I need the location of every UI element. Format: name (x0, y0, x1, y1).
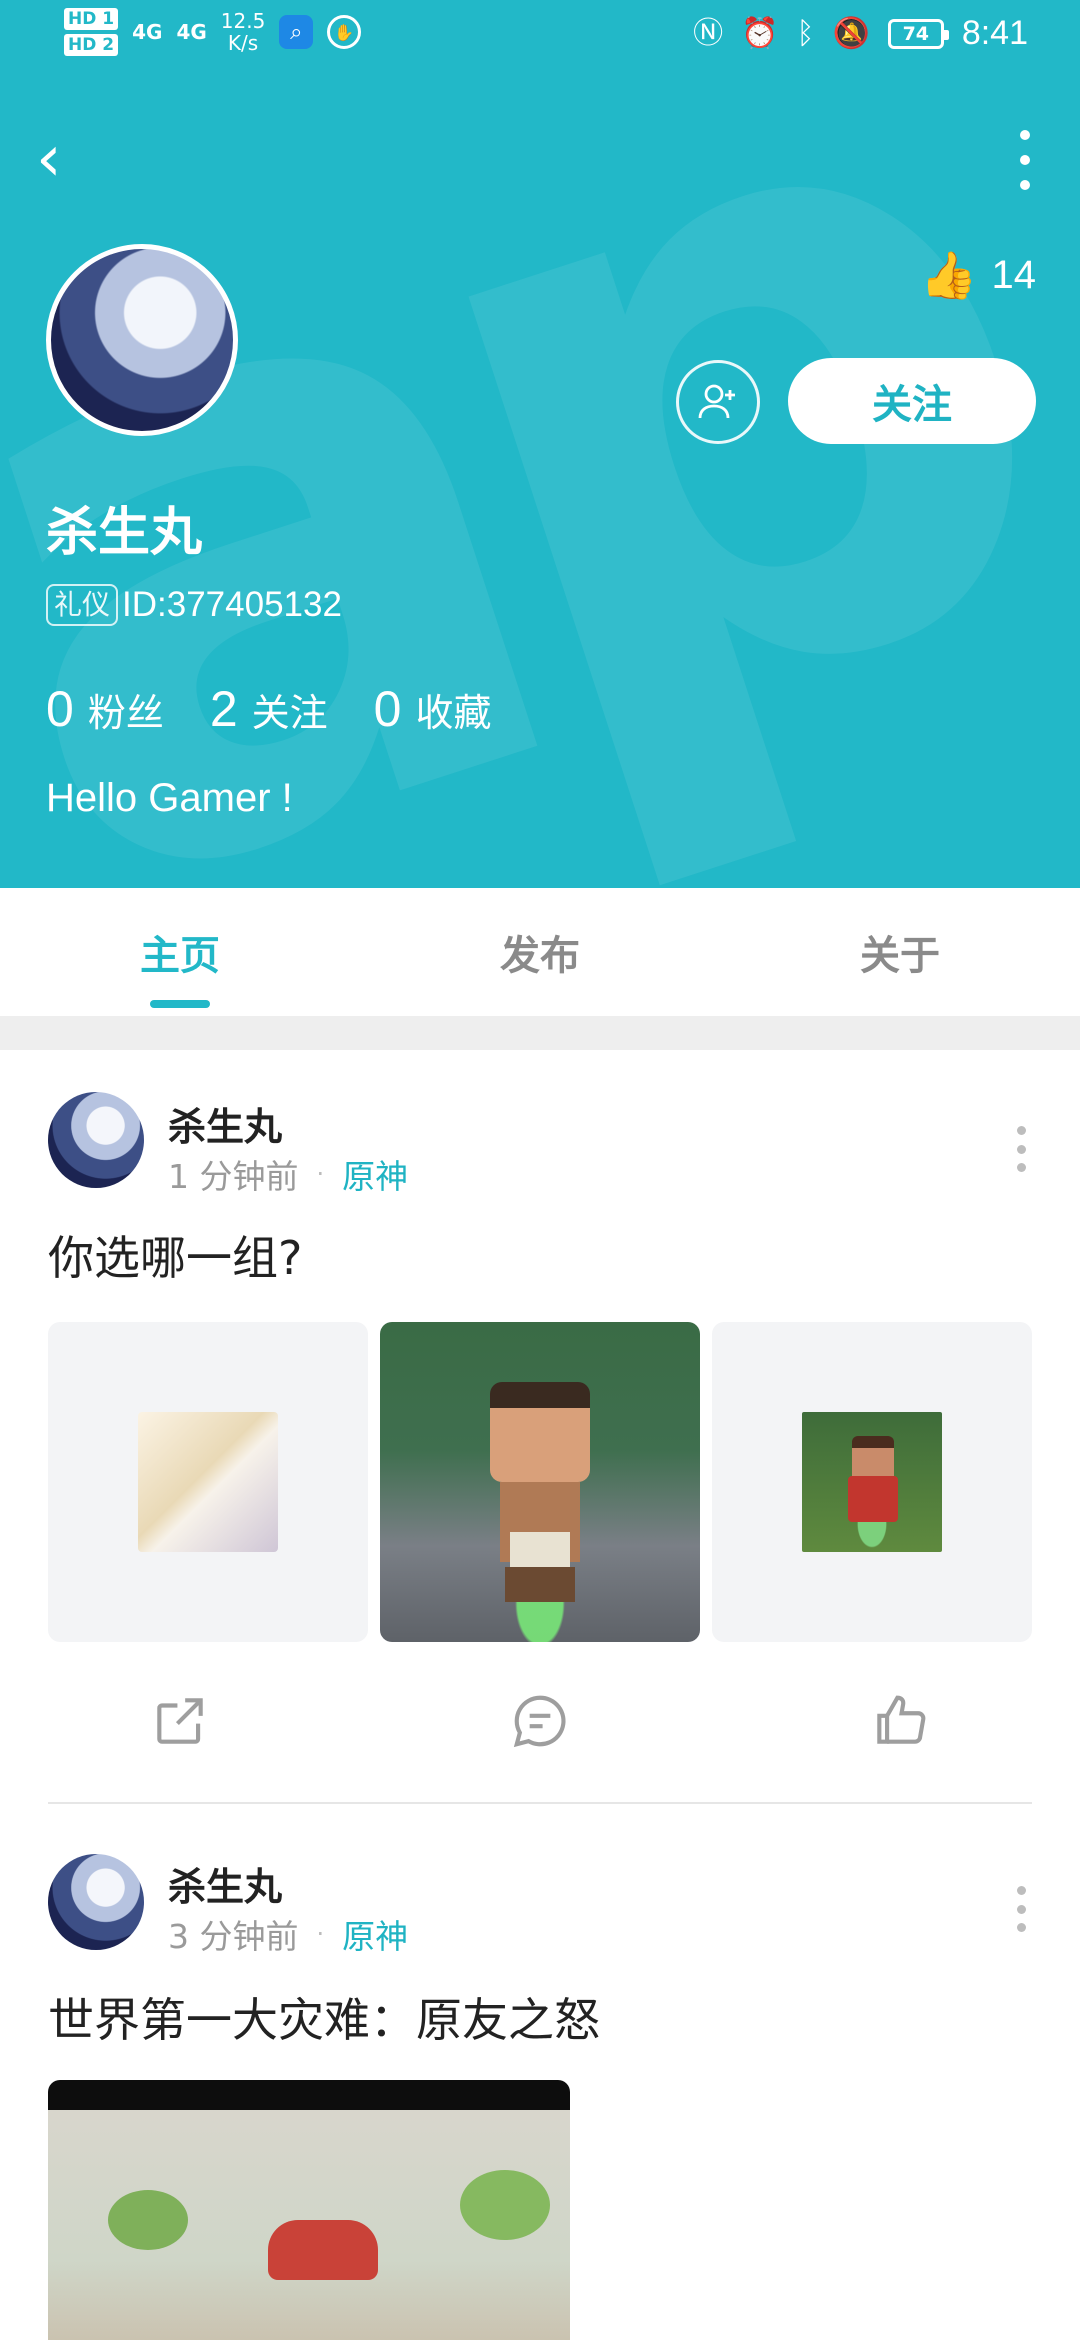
post-meta: 3 分钟前 · 原神 (168, 1910, 408, 1958)
post-image-2[interactable] (380, 1322, 700, 1642)
tab-about[interactable]: 关于 (720, 888, 1080, 1016)
post-text: 你选哪一组? (48, 1231, 303, 1285)
post-image-3[interactable] (712, 1322, 1032, 1642)
profile-username: 杀生丸 (46, 503, 203, 563)
post-more-icon[interactable] (1014, 1886, 1028, 1932)
post-author-avatar[interactable] (48, 1854, 144, 1950)
profile-bio: Hello Gamer ! (46, 776, 293, 820)
profile-tabs: 主页 发布 关于 (0, 888, 1080, 1016)
network2-label: 4G (176, 20, 207, 44)
game-character-thumbnail (802, 1412, 942, 1552)
post-time: 3 分钟前 (168, 1917, 299, 1956)
battery-indicator: 74 (887, 18, 949, 49)
bluetooth-icon: ᛒ (796, 15, 815, 51)
post-time: 1 分钟前 (168, 1157, 299, 1196)
user-id: ID:377405132 (122, 585, 342, 624)
sim2-badge: HD 2 (64, 34, 119, 56)
hand-app-icon: ✋ (327, 15, 362, 49)
post-divider (48, 1802, 1032, 1804)
section-separator (0, 1016, 1080, 1050)
comment-button[interactable] (360, 1676, 720, 1766)
tab-posts[interactable]: 发布 (360, 888, 720, 1016)
tab-home[interactable]: 主页 (0, 888, 360, 1016)
search-app-icon: ⌕ (279, 15, 314, 49)
post-more-icon[interactable] (1014, 1126, 1028, 1172)
post-author-name[interactable]: 杀生丸 (168, 1856, 282, 1911)
post-text: 世界第一大灾难：原友之怒 (48, 1993, 600, 2047)
likes-count: 14 (991, 253, 1037, 297)
thumbs-up-icon: 👍 (920, 249, 978, 301)
likes-counter[interactable]: 👍 14 (920, 248, 1036, 303)
stat-label: 收藏 (415, 691, 492, 735)
profile-avatar[interactable] (46, 244, 238, 436)
speed-unit: K/s (227, 31, 259, 55)
stat-label: 关注 (251, 691, 328, 735)
network1-label: 4G (132, 20, 163, 44)
sim-indicators: HD 1 HD 2 (64, 8, 119, 56)
nfc-icon: Ⓝ (693, 15, 724, 51)
add-friend-icon (698, 384, 735, 419)
alarm-icon: ⏰ (741, 15, 779, 51)
mute-icon: 🔕 (832, 15, 870, 51)
back-arrow-icon[interactable]: ‹ (36, 124, 96, 194)
follow-button[interactable]: 关注 (788, 358, 1036, 444)
speed-value: 12.5 (220, 9, 266, 33)
profile-header: ap HD 1 HD 2 4G 4G 12.5 K/s ⌕ ✋ Ⓝ ⏰ ᛒ 🔕 … (0, 0, 1080, 888)
like-icon (877, 1695, 926, 1744)
stat-following[interactable]: 2 关注 (210, 680, 328, 738)
game-character-image (380, 1322, 700, 1642)
sim1-badge: HD 1 (64, 8, 119, 30)
profile-stats: 0 粉丝 2 关注 0 收藏 (46, 680, 491, 738)
post-game-tag[interactable]: 原神 (342, 1910, 408, 1958)
meta-separator: · (316, 1160, 325, 1188)
background-watermark: ap (0, 0, 1080, 888)
stat-count: 0 (373, 681, 402, 737)
post-author-name[interactable]: 杀生丸 (168, 1096, 282, 1151)
post-author-avatar[interactable] (48, 1092, 144, 1188)
post-game-tag[interactable]: 原神 (342, 1150, 408, 1198)
stat-count: 0 (46, 681, 74, 737)
user-id-row: 礼仪 ID:377405132 (46, 584, 342, 626)
post-actions (0, 1676, 1080, 1766)
share-icon (157, 1698, 203, 1744)
post-image-1[interactable] (48, 1322, 368, 1642)
stat-count: 2 (209, 681, 238, 737)
meta-separator: · (316, 1920, 325, 1948)
share-button[interactable] (0, 1676, 360, 1766)
network-speed: 12.5 K/s (221, 10, 266, 54)
post-meta: 1 分钟前 · 原神 (168, 1150, 408, 1198)
post-video-thumbnail[interactable] (48, 2080, 570, 2340)
traveler-artwork-image (138, 1412, 278, 1552)
comment-icon (513, 1695, 566, 1748)
clock: 8:41 (961, 14, 1028, 52)
stat-favorites[interactable]: 0 收藏 (374, 680, 492, 738)
courtesy-badge: 礼仪 (46, 584, 119, 626)
add-friend-button[interactable] (676, 360, 760, 444)
post-image-grid (48, 1322, 1032, 1642)
status-bar: HD 1 HD 2 4G 4G 12.5 K/s ⌕ ✋ Ⓝ ⏰ ᛒ 🔕 74 … (0, 0, 1080, 76)
more-vertical-icon[interactable] (1010, 130, 1040, 190)
like-button[interactable] (720, 1676, 1080, 1766)
stat-label: 粉丝 (87, 691, 164, 735)
stat-fans[interactable]: 0 粉丝 (46, 680, 164, 738)
